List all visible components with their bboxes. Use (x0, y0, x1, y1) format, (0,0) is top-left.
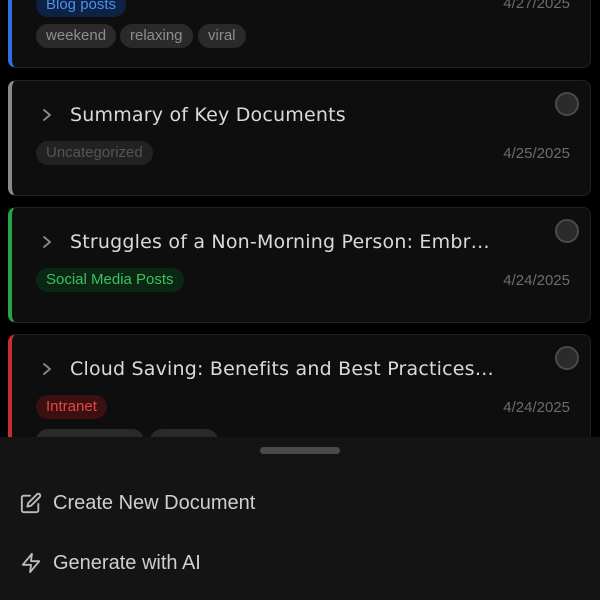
bottom-sheet: Create New Document Generate with AI (0, 437, 600, 600)
document-title[interactable]: Cloud Saving: Benefits and Best Practice… (70, 358, 510, 380)
edit-icon (20, 492, 42, 514)
document-card[interactable]: Struggles of a Non-Morning Person: Embr…… (8, 207, 591, 323)
document-card[interactable]: Summary of Key Documents Uncategorized 4… (8, 80, 591, 196)
drag-handle[interactable] (260, 447, 340, 454)
create-new-document-label: Create New Document (53, 491, 256, 514)
document-card[interactable]: Cloud Saving: Benefits and Best Practice… (8, 334, 591, 438)
generate-with-ai-label: Generate with AI (53, 551, 201, 574)
chevron-right-icon[interactable] (40, 235, 54, 249)
category-tag: Blog posts (36, 0, 127, 17)
document-date: 4/25/2025 (503, 145, 570, 162)
chevron-right-icon[interactable] (40, 362, 54, 376)
tag-chip: weekend (36, 24, 117, 48)
document-title[interactable]: Struggles of a Non-Morning Person: Embr… (70, 231, 510, 253)
lightning-icon (20, 552, 42, 574)
document-date: 4/27/2025 (503, 0, 570, 12)
category-tag: Intranet (36, 395, 107, 419)
document-card-blog[interactable]: Blog posts 4/27/2025 weekend relaxing vi… (8, 0, 591, 68)
tag-chip: viral (198, 24, 246, 48)
select-checkbox[interactable] (555, 346, 579, 370)
document-date: 4/24/2025 (503, 272, 570, 289)
document-date: 4/24/2025 (503, 399, 570, 416)
generate-with-ai-button[interactable]: Generate with AI (0, 541, 600, 585)
document-list: Blog posts 4/27/2025 weekend relaxing vi… (0, 0, 600, 438)
select-checkbox[interactable] (555, 92, 579, 116)
category-tag: Uncategorized (36, 141, 153, 165)
category-tag: Social Media Posts (36, 268, 184, 292)
document-title[interactable]: Summary of Key Documents (70, 104, 510, 126)
create-new-document-button[interactable]: Create New Document (0, 481, 600, 525)
tag-chip: relaxing (120, 24, 193, 48)
select-checkbox[interactable] (555, 219, 579, 243)
chevron-right-icon[interactable] (40, 108, 54, 122)
